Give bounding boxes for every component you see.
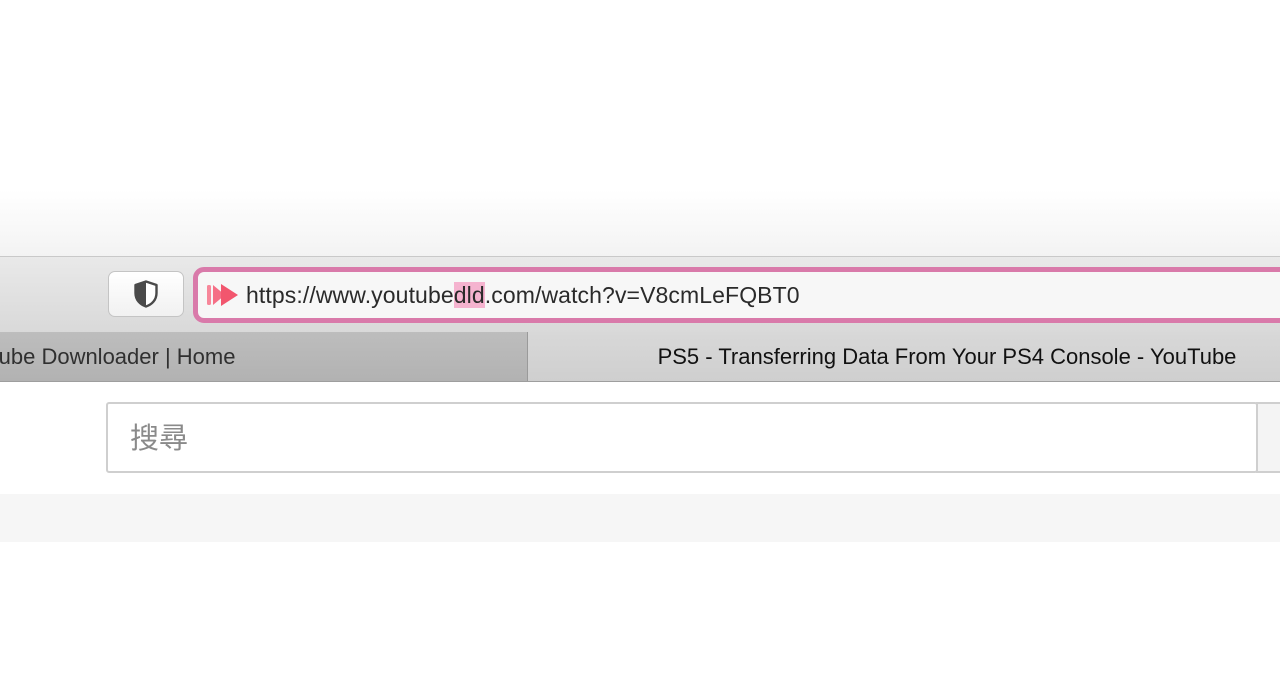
youtube-downloader-logo-icon [207,284,238,306]
content-band [0,494,1280,542]
blank-area [0,0,1280,256]
url-text[interactable]: https://www.youtubedld.com/watch?v=V8cmL… [246,281,800,309]
search-box [106,402,1258,473]
tab-tube-downloader-home[interactable]: Tube Downloader | Home [0,332,528,381]
browser-toolbar: https://www.youtubedld.com/watch?v=V8cmL… [0,256,1280,332]
search-button[interactable] [1256,402,1280,473]
tab-ps5-transferring-data[interactable]: PS5 - Transferring Data From Your PS4 Co… [528,332,1280,381]
url-suffix: .com/watch?v=V8cmLeFQBT0 [484,281,800,308]
url-highlighted-segment: dld [453,281,485,308]
shield-icon [134,280,158,308]
tab-bar: Tube Downloader | Home PS5 - Transferrin… [0,332,1280,382]
page-content [0,382,1280,680]
browser-window: https://www.youtubedld.com/watch?v=V8cmL… [0,0,1280,680]
tab-title: Tube Downloader | Home [0,343,236,369]
search-input[interactable] [108,404,1256,471]
privacy-shield-button[interactable] [108,271,184,317]
address-bar[interactable]: https://www.youtubedld.com/watch?v=V8cmL… [193,267,1280,323]
tab-title: PS5 - Transferring Data From Your PS4 Co… [657,343,1237,369]
url-prefix: https://www.youtube [246,281,454,308]
